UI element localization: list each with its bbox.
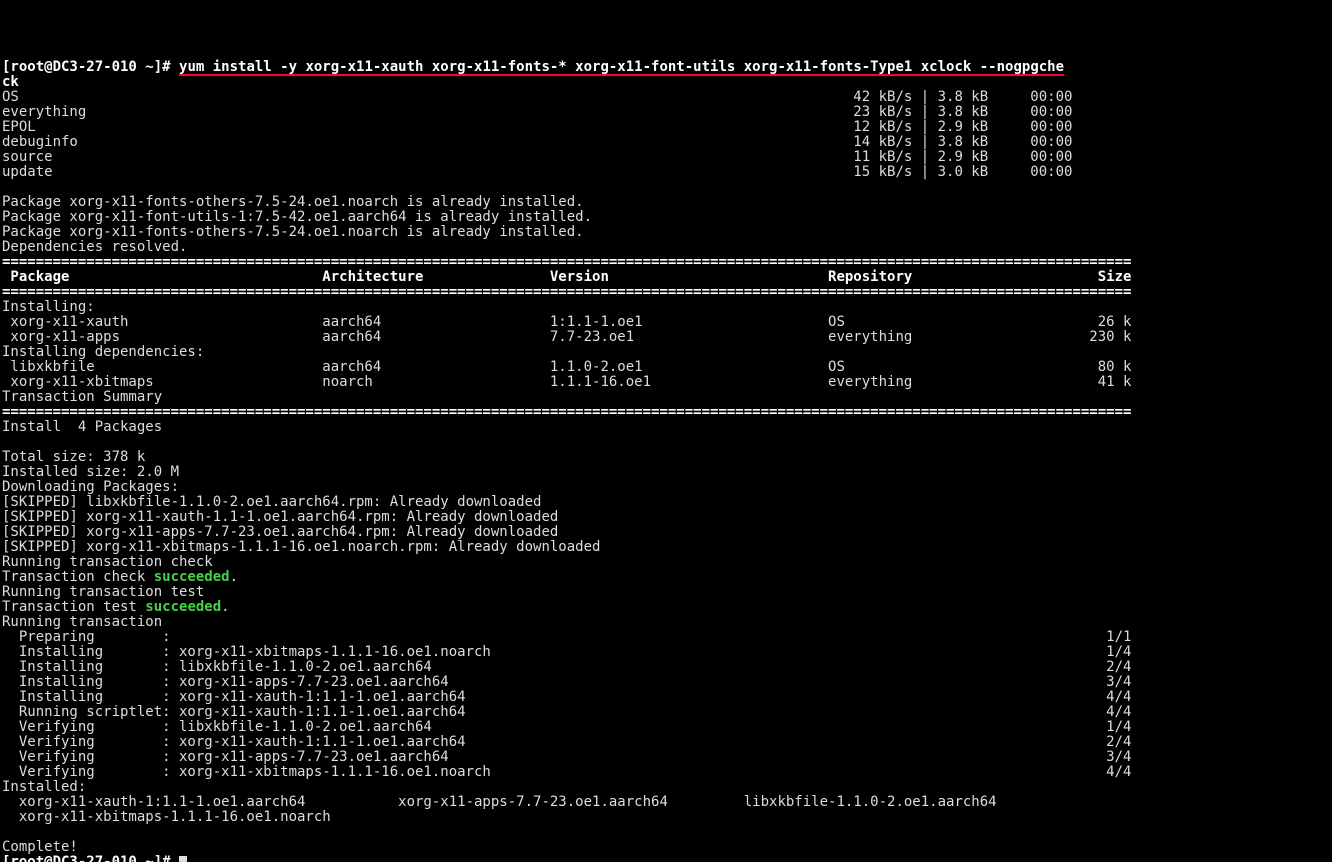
command-wrap: ck xyxy=(2,74,19,90)
steps: Preparing : 1/1 Installing : xorg-x11-xb… xyxy=(2,629,1131,780)
tx-test-line: Transaction test succeeded. xyxy=(2,599,230,615)
terminal-output[interactable]: [root@DC3-27-010 ~]# yum install -y xorg… xyxy=(0,60,1332,862)
shell-prompt: [root@DC3-27-010 ~]# xyxy=(2,59,179,75)
table-header: Package Architecture Version Repository … xyxy=(2,269,1131,285)
complete-text: Complete! xyxy=(2,839,78,855)
installed-label: Installed: xyxy=(2,779,86,795)
succeeded-text: succeeded xyxy=(145,599,221,615)
cursor-icon[interactable] xyxy=(179,856,187,862)
install-groups: Installing: xorg-x11-xauth aarch64 1:1.1… xyxy=(2,299,1131,390)
separator: ========================================… xyxy=(2,404,1131,420)
tx-check-line: Transaction check succeeded. xyxy=(2,569,238,585)
shell-prompt: [root@DC3-27-010 ~]# xyxy=(2,854,179,862)
install-count: Install 4 Packages xyxy=(2,419,162,435)
already-installed: Package xorg-x11-fonts-others-7.5-24.oe1… xyxy=(2,194,592,240)
succeeded-text: succeeded xyxy=(154,569,230,585)
repo-line: OS 42 kB/s | 3.8 kB 00:00 everything xyxy=(2,89,1072,180)
installed-line: xorg-x11-xauth-1:1.1-1.oe1.aarch64 xorg-… xyxy=(2,794,997,810)
command-input: yum install -y xorg-x11-xauth xorg-x11-f… xyxy=(179,59,1064,75)
run-tx-check: Running transaction check xyxy=(2,554,213,570)
skipped: [SKIPPED] libxkbfile-1.1.0-2.oe1.aarch64… xyxy=(2,494,600,555)
totals: Total size: 378 k Installed size: 2.0 M … xyxy=(2,449,179,495)
run-tx-test: Running transaction test xyxy=(2,584,204,600)
installed-line: xorg-x11-xbitmaps-1.1.1-16.oe1.noarch xyxy=(2,809,331,825)
run-tx: Running transaction xyxy=(2,614,162,630)
separator: ========================================… xyxy=(2,284,1131,300)
tx-summary-label: Transaction Summary xyxy=(2,389,162,405)
deps-resolved: Dependencies resolved. xyxy=(2,239,187,255)
separator: ========================================… xyxy=(2,254,1131,270)
